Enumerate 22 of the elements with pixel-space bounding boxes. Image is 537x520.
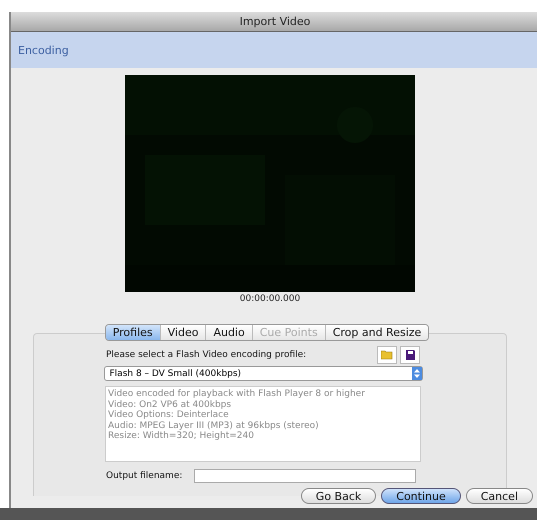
output-filename-field[interactable] [194,469,416,483]
description-line: Resize: Width=320; Height=240 [108,431,255,442]
profile-label: Please select a Flash Video encoding profile: [106,350,308,360]
tab[interactable]: Profiles [106,325,161,340]
folder-icon [381,350,393,360]
dialog-button[interactable]: Go Back [300,488,376,504]
description-line: Video: On2 VP6 at 400kbps [108,400,232,410]
output-label: Output filename: [106,471,184,481]
step-title: Encoding [18,44,69,56]
description-line: Video encoded for playback with Flash Player 8 or higher [108,389,366,400]
description-line: Video Options: Deinterlace [108,410,230,420]
save-button[interactable] [400,346,420,364]
description-line: Audio: MPEG Layer III (MP3) at 96kbps (stereo) [108,420,320,431]
tab[interactable]: Crop and Resize [326,325,428,340]
up-down-arrows-icon [414,369,420,378]
tab[interactable]: Video [160,325,206,340]
dialog-button[interactable]: Cancel [466,488,533,504]
dialog-button[interactable]: Continue [381,488,461,504]
tab[interactable]: Audio [206,325,253,340]
window-title: Import Video [11,12,537,32]
timecode: 00:00:00.000 [240,294,300,304]
profile-dropdown[interactable]: Flash 8 – DV Small (400kbps) [104,366,422,381]
